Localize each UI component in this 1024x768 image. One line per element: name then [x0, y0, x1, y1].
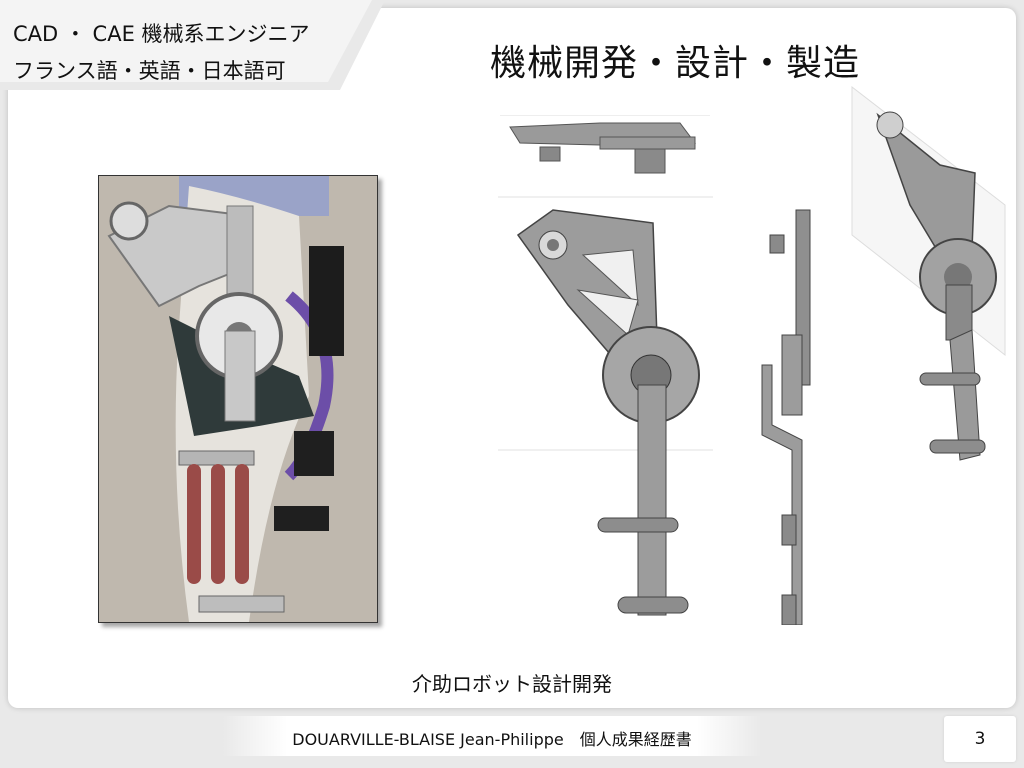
- cad-side-view: [761, 209, 811, 625]
- page-number: 3: [974, 729, 986, 749]
- skill-tag-line2: フランス語・英語・日本語可: [13, 59, 286, 83]
- cad-isometric-view: [851, 85, 1006, 461]
- page-title: 機械開発・設計・製造: [490, 43, 861, 84]
- figure-caption: 介助ロボット設計開発: [412, 672, 612, 696]
- footer-author: DOUARVILLE-BLAISE Jean-Philippe 個人成果経歴書: [222, 716, 762, 756]
- cad-front-view: [498, 196, 713, 616]
- skill-tag-line1: CAD ・ CAE 機械系エンジニア: [13, 22, 310, 46]
- footer-author-text: DOUARVILLE-BLAISE Jean-Philippe 個人成果経歴書: [292, 730, 692, 749]
- prototype-photo: [98, 175, 378, 623]
- cad-top-view: [500, 115, 710, 174]
- page-number-box: 3: [944, 716, 1016, 762]
